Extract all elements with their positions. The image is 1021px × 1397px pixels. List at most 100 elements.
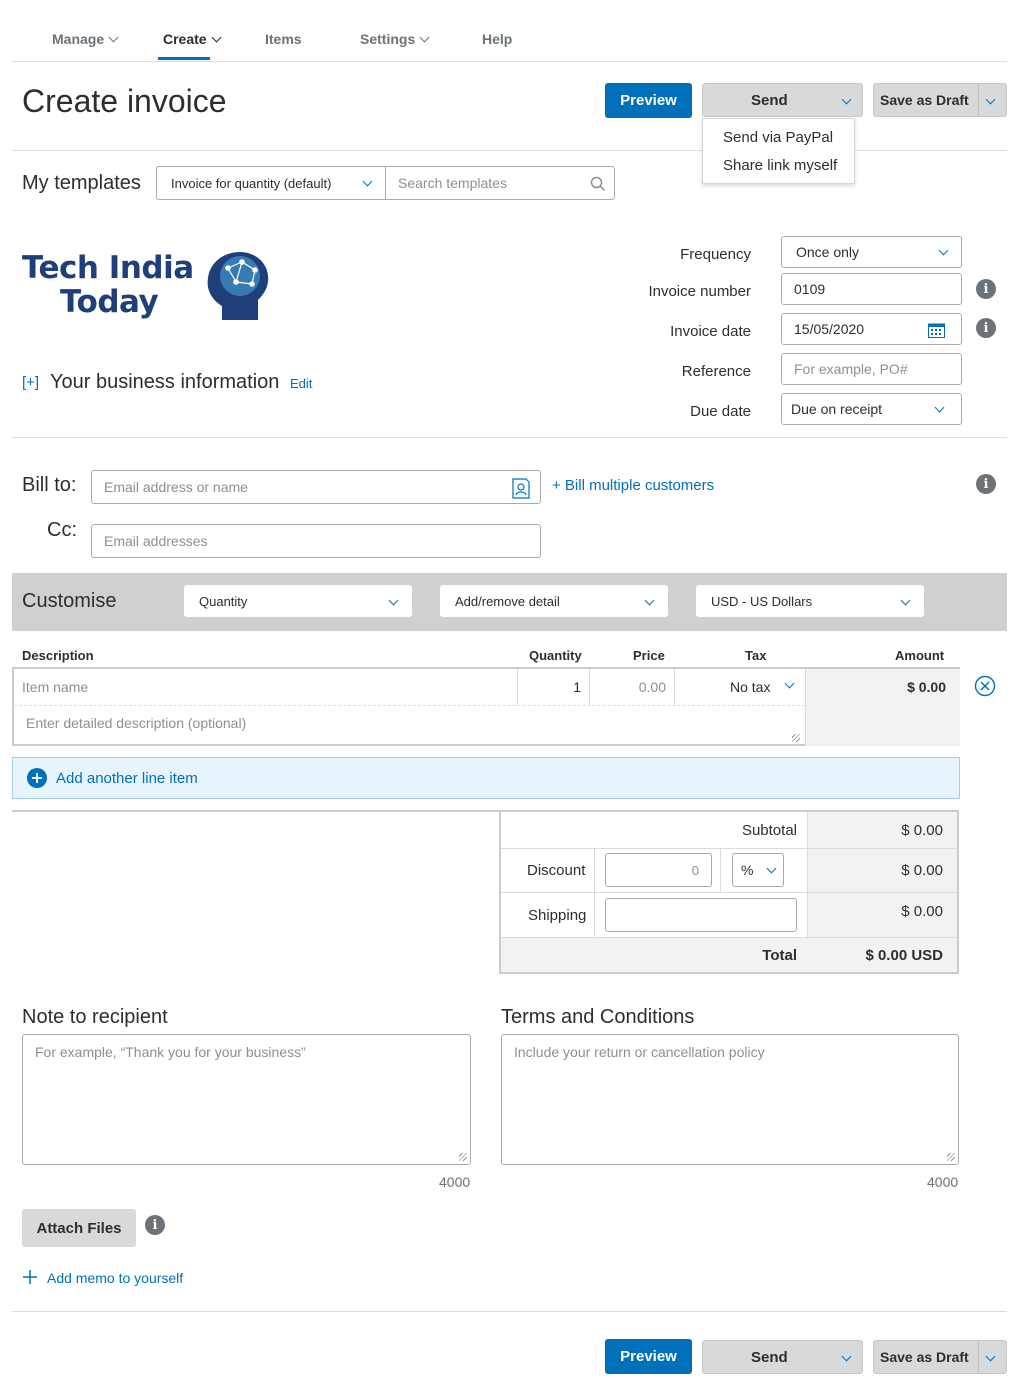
resize-handle-icon[interactable] bbox=[792, 734, 800, 742]
chevron-down-icon[interactable] bbox=[841, 94, 852, 105]
invoice-date-input[interactable]: 15/05/2020 bbox=[781, 313, 962, 345]
chevron-down-icon bbox=[934, 402, 945, 413]
due-date-select[interactable]: Due on receipt bbox=[781, 393, 962, 425]
reference-input[interactable]: For example, PO# bbox=[781, 353, 962, 385]
divider bbox=[12, 1311, 1007, 1312]
calendar-icon[interactable] bbox=[928, 322, 945, 338]
note-label: Note to recipient bbox=[22, 1006, 168, 1028]
nav-help[interactable]: Help bbox=[482, 31, 512, 47]
chevron-down-icon bbox=[388, 595, 399, 606]
invoice-date-label: Invoice date bbox=[670, 323, 751, 340]
plus-circle-icon bbox=[27, 768, 47, 788]
nav-items[interactable]: Items bbox=[265, 31, 302, 47]
chevron-down-icon bbox=[644, 595, 655, 606]
table-row: Item name 1 0.00 No tax $ 0.00 Enter det… bbox=[12, 667, 960, 746]
business-logo[interactable]: Tech India Today bbox=[22, 248, 272, 326]
shipping-label: Shipping bbox=[528, 907, 587, 924]
info-icon[interactable]: i bbox=[145, 1215, 165, 1235]
quantity-select[interactable]: Quantity bbox=[184, 585, 412, 617]
chevron-down-icon bbox=[108, 32, 119, 43]
nav-active-indicator bbox=[158, 57, 210, 60]
nav-manage[interactable]: Manage bbox=[52, 31, 119, 47]
terms-char-counter: 4000 bbox=[927, 1174, 959, 1190]
info-icon[interactable]: i bbox=[976, 279, 996, 299]
footer-preview-button[interactable]: Preview bbox=[605, 1339, 692, 1374]
chevron-down-icon[interactable] bbox=[985, 94, 996, 105]
attach-files-button[interactable]: Attach Files bbox=[22, 1209, 136, 1247]
save-draft-button[interactable]: Save as Draft bbox=[873, 83, 1007, 117]
chevron-down-icon bbox=[784, 678, 795, 689]
totals-table: Subtotal $ 0.00 Discount 0 % $ 0.00 Ship… bbox=[499, 810, 959, 974]
template-search-input[interactable]: Search templates bbox=[385, 166, 615, 200]
discount-unit-select[interactable]: % bbox=[732, 853, 784, 887]
brain-head-icon bbox=[207, 252, 269, 320]
add-line-item-button[interactable]: Add another line item bbox=[12, 757, 960, 799]
chevron-down-icon bbox=[362, 176, 373, 187]
chevron-down-icon bbox=[766, 863, 777, 874]
customise-label: Customise bbox=[22, 590, 117, 612]
currency-select[interactable]: USD - US Dollars bbox=[696, 585, 924, 617]
customise-bar: Customise Quantity Add/remove detail USD… bbox=[12, 573, 1007, 631]
nav-settings[interactable]: Settings bbox=[360, 31, 430, 47]
resize-handle-icon[interactable] bbox=[947, 1153, 955, 1161]
preview-button[interactable]: Preview bbox=[605, 83, 692, 118]
frequency-label: Frequency bbox=[680, 246, 751, 263]
discount-label: Discount bbox=[527, 862, 586, 879]
business-info-label: Your business information bbox=[50, 371, 280, 393]
detail-select[interactable]: Add/remove detail bbox=[440, 585, 668, 617]
terms-label: Terms and Conditions bbox=[501, 1006, 695, 1028]
col-price: Price bbox=[633, 648, 665, 663]
chevron-down-icon[interactable] bbox=[841, 1351, 852, 1362]
discount-value: $ 0.00 bbox=[901, 862, 943, 879]
col-description: Description bbox=[22, 648, 94, 663]
chevron-down-icon[interactable] bbox=[985, 1351, 996, 1362]
template-select[interactable]: Invoice for quantity (default) bbox=[156, 166, 386, 200]
subtotal-value: $ 0.00 bbox=[901, 822, 943, 839]
col-quantity: Quantity bbox=[529, 648, 582, 663]
contact-book-icon[interactable] bbox=[511, 477, 531, 499]
bill-multiple-customers-link[interactable]: + Bill multiple customers bbox=[552, 477, 714, 494]
remove-line-icon[interactable] bbox=[974, 675, 996, 697]
menu-item-share-link[interactable]: Share link myself bbox=[723, 157, 837, 174]
item-name-input[interactable]: Item name bbox=[14, 669, 518, 705]
plus-icon[interactable] bbox=[22, 1269, 38, 1285]
nav-create[interactable]: Create bbox=[163, 31, 222, 47]
frequency-select[interactable]: Once only bbox=[781, 236, 962, 268]
templates-label: My templates bbox=[22, 172, 141, 194]
terms-textarea[interactable]: Include your return or cancellation poli… bbox=[501, 1034, 959, 1165]
invoice-number-input[interactable]: 0109 bbox=[781, 273, 962, 305]
divider bbox=[12, 437, 1007, 438]
business-edit-link[interactable]: Edit bbox=[290, 376, 312, 391]
subtotal-label: Subtotal bbox=[741, 822, 797, 839]
send-dropdown-menu: Send via PayPal Share link myself bbox=[702, 118, 855, 184]
item-tax-select[interactable]: No tax bbox=[675, 669, 805, 705]
col-amount: Amount bbox=[895, 648, 945, 663]
item-quantity-input[interactable]: 1 bbox=[518, 669, 590, 705]
note-textarea[interactable]: For example, “Thank you for your busines… bbox=[22, 1034, 471, 1165]
total-value: $ 0.00 USD bbox=[865, 947, 943, 964]
item-amount: $ 0.00 bbox=[805, 669, 960, 746]
due-date-label: Due date bbox=[690, 403, 751, 420]
page-title: Create invoice bbox=[22, 83, 227, 119]
footer-save-draft-button[interactable]: Save as Draft bbox=[873, 1340, 1007, 1374]
info-icon[interactable]: i bbox=[976, 318, 996, 338]
chevron-down-icon bbox=[419, 32, 430, 43]
send-button[interactable]: Send bbox=[702, 83, 863, 117]
menu-item-send-via-paypal[interactable]: Send via PayPal bbox=[723, 129, 833, 146]
discount-input[interactable]: 0 bbox=[605, 853, 712, 887]
chevron-down-icon bbox=[900, 595, 911, 606]
info-icon[interactable]: i bbox=[976, 474, 996, 494]
cc-input[interactable]: Email addresses bbox=[91, 524, 541, 558]
item-description-input[interactable]: Enter detailed description (optional) bbox=[26, 715, 246, 731]
item-price-input[interactable]: 0.00 bbox=[590, 669, 675, 705]
add-memo-link[interactable]: Add memo to yourself bbox=[47, 1270, 183, 1286]
bill-to-input[interactable]: Email address or name bbox=[91, 470, 541, 504]
reference-label: Reference bbox=[681, 363, 751, 380]
footer-send-button[interactable]: Send bbox=[702, 1340, 863, 1374]
col-tax: Tax bbox=[745, 648, 767, 663]
bill-to-label: Bill to: bbox=[22, 474, 77, 496]
divider bbox=[12, 150, 1007, 151]
expand-business-info[interactable]: [+] bbox=[22, 374, 39, 391]
shipping-input[interactable] bbox=[605, 898, 797, 932]
resize-handle-icon[interactable] bbox=[459, 1153, 467, 1161]
